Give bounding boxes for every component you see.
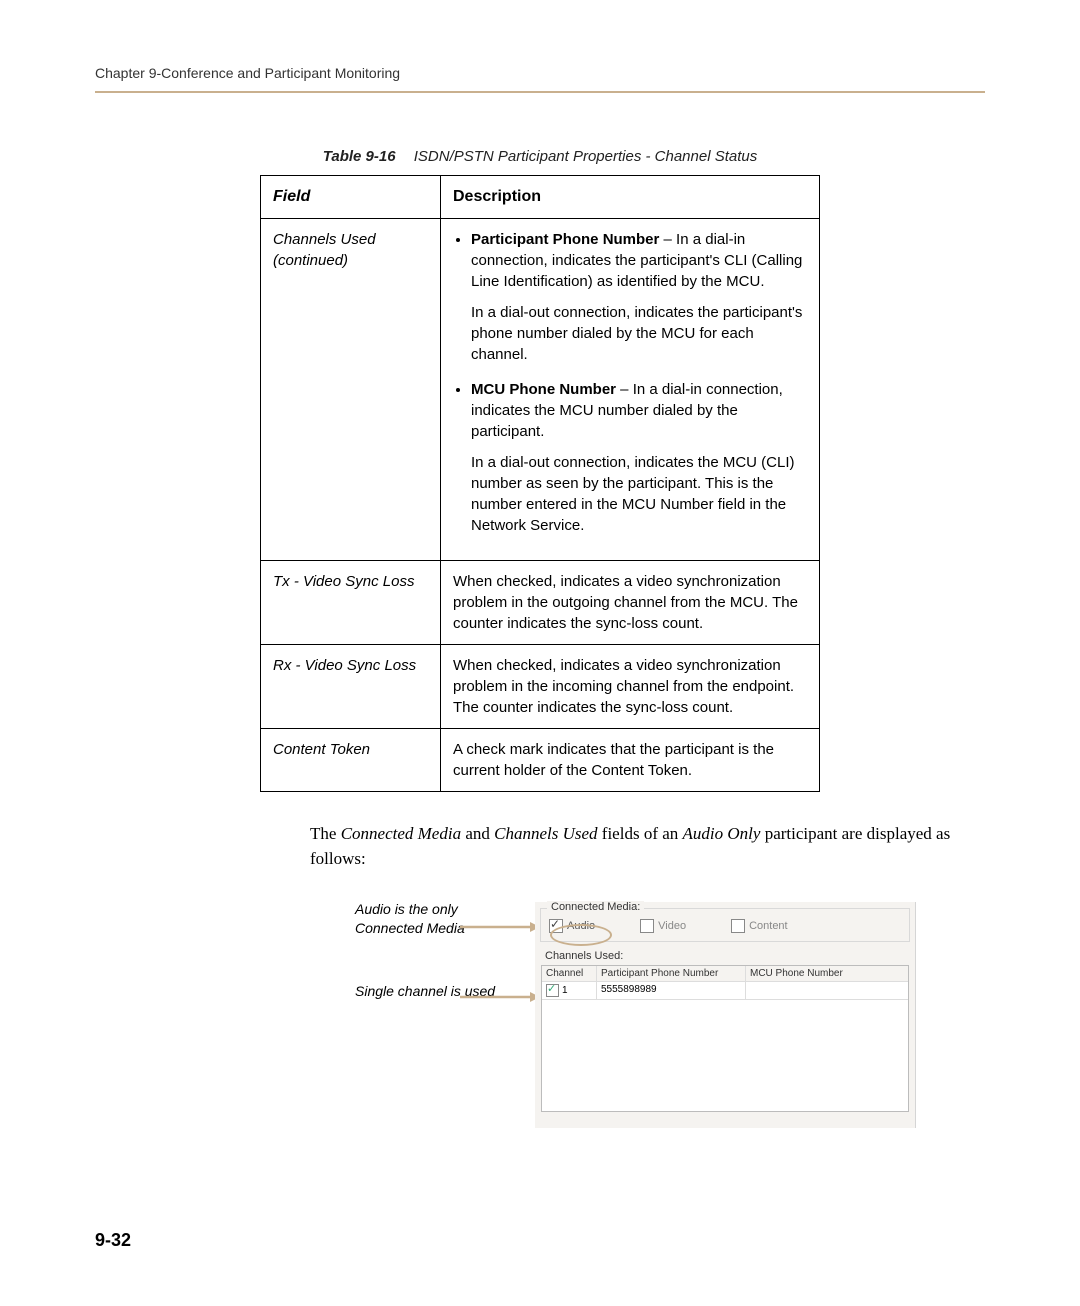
table-row: Content Token A check mark indicates tha… <box>261 729 820 792</box>
followup-paragraph: The Connected Media and Channels Used fi… <box>310 822 985 871</box>
grid-data-row[interactable]: 1 5555898989 <box>542 982 908 1000</box>
followup-text: fields of an <box>598 824 683 843</box>
description-cell: Participant Phone Number – In a dial-in … <box>441 219 820 561</box>
header-rule <box>95 91 985 93</box>
followup-text: The <box>310 824 341 843</box>
annotation-single-channel: Single channel is used <box>355 982 515 1001</box>
checkbox-icon <box>640 919 654 933</box>
table-row: Rx - Video Sync Loss When checked, indic… <box>261 645 820 729</box>
bullet-para2: In a dial-out connection, indicates the … <box>471 302 807 365</box>
followup-em: Channels Used <box>494 824 597 843</box>
chapter-header: Chapter 9-Conference and Participant Mon… <box>95 65 985 81</box>
connected-media-fieldset: Connected Media: Audio Video Content <box>540 908 910 942</box>
grid-header-mcu-phone: MCU Phone Number <box>746 966 908 981</box>
field-cell: Channels Used (continued) <box>261 219 441 561</box>
col-header-field: Field <box>261 176 441 219</box>
annotation-audio-only: Audio is the only Connected Media <box>355 900 515 938</box>
table-header-row: Field Description <box>261 176 820 219</box>
grid-header-channel: Channel <box>542 966 597 981</box>
followup-em: Audio Only <box>683 824 761 843</box>
grid-header-participant-phone: Participant Phone Number <box>597 966 746 981</box>
checkbox-video[interactable]: Video <box>640 919 686 933</box>
bullet-item: MCU Phone Number – In a dial-in connecti… <box>471 379 807 536</box>
diagram-area: Audio is the only Connected Media Single… <box>355 902 985 1152</box>
checkbox-content[interactable]: Content <box>731 919 788 933</box>
properties-table: Field Description Channels Used (continu… <box>260 175 820 792</box>
page-content: Chapter 9-Conference and Participant Mon… <box>0 0 1080 1152</box>
screenshot-panel: Connected Media: Audio Video Content <box>535 902 916 1128</box>
checkbox-row: Audio Video Content <box>549 919 901 933</box>
check-icon <box>546 984 559 997</box>
page-number: 9-32 <box>95 1230 131 1251</box>
channel-number: 1 <box>562 985 568 996</box>
table-row: Channels Used (continued) Participant Ph… <box>261 219 820 561</box>
grid-cell-mcu-phone <box>746 982 908 999</box>
grid-cell-participant-phone: 5555898989 <box>597 982 746 999</box>
checkbox-label: Video <box>658 920 686 932</box>
checkbox-label: Content <box>749 920 788 932</box>
table-caption: Table 9-16 ISDN/PSTN Participant Propert… <box>95 148 985 165</box>
checkbox-icon <box>731 919 745 933</box>
followup-text: and <box>461 824 494 843</box>
field-cell: Tx - Video Sync Loss <box>261 561 441 645</box>
table-caption-label: Table 9-16 <box>323 148 396 165</box>
fieldset-legend: Connected Media: <box>547 901 644 913</box>
bullet-item: Participant Phone Number – In a dial-in … <box>471 229 807 365</box>
bullet-lead: MCU Phone Number <box>471 381 616 398</box>
field-cell: Rx - Video Sync Loss <box>261 645 441 729</box>
table-caption-text: ISDN/PSTN Participant Properties - Chann… <box>414 148 757 165</box>
description-cell: When checked, indicates a video synchron… <box>441 561 820 645</box>
followup-em: Connected Media <box>341 824 461 843</box>
table-row: Tx - Video Sync Loss When checked, indic… <box>261 561 820 645</box>
grid-header-row: Channel Participant Phone Number MCU Pho… <box>542 966 908 982</box>
checkbox-audio[interactable]: Audio <box>549 919 595 933</box>
grid-cell-channel: 1 <box>542 982 597 999</box>
checkbox-icon <box>549 919 563 933</box>
description-cell: A check mark indicates that the particip… <box>441 729 820 792</box>
channels-grid: Channel Participant Phone Number MCU Pho… <box>541 965 909 1112</box>
bullet-lead: Participant Phone Number <box>471 231 659 248</box>
field-cell: Content Token <box>261 729 441 792</box>
checkbox-label: Audio <box>567 920 595 932</box>
bullet-para2: In a dial-out connection, indicates the … <box>471 452 807 536</box>
col-header-description: Description <box>441 176 820 219</box>
channels-used-label: Channels Used: <box>545 950 909 962</box>
description-cell: When checked, indicates a video synchron… <box>441 645 820 729</box>
